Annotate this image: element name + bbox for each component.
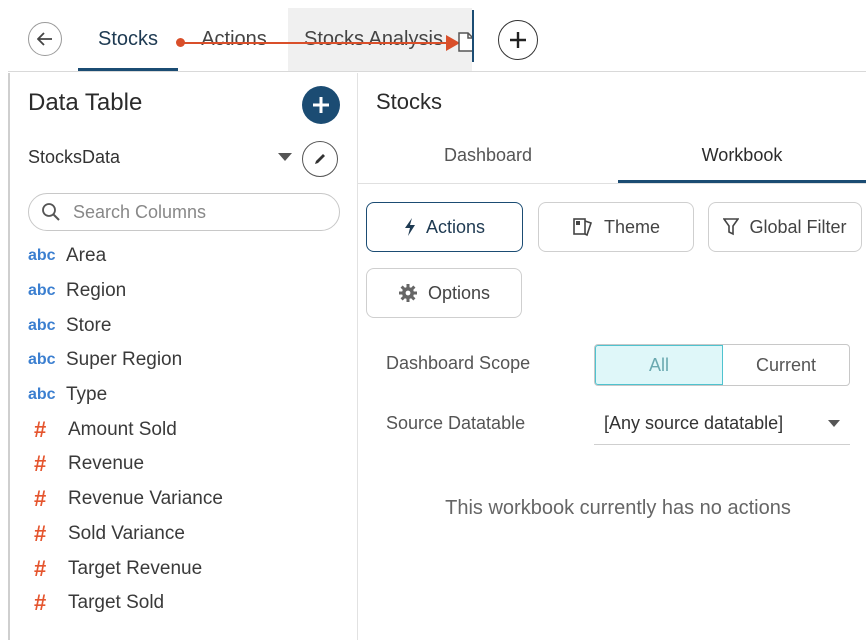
global-filter-button[interactable]: Global Filter	[708, 202, 862, 252]
empty-state-message: This workbook currently has no actions	[445, 497, 791, 519]
numeric-type-icon: #	[34, 520, 47, 546]
search-icon	[42, 203, 60, 221]
tab-actions[interactable]: Actions	[184, 8, 284, 71]
text-type-icon: abc	[28, 247, 56, 265]
tab-dashboard[interactable]: Dashboard	[358, 135, 618, 183]
drop-position-marker	[472, 10, 474, 62]
tab-stocks[interactable]: Stocks	[78, 8, 178, 71]
numeric-type-icon: #	[34, 555, 47, 581]
column-item-super-region[interactable]: abc Super Region	[28, 343, 223, 378]
tab-workbook[interactable]: Workbook	[618, 135, 866, 183]
column-name: Area	[66, 245, 107, 267]
theme-button[interactable]: Theme	[538, 202, 694, 252]
column-item-store[interactable]: abc Store	[28, 308, 223, 343]
column-name: Type	[66, 384, 108, 406]
column-item-target-revenue[interactable]: # Target Revenue	[28, 551, 223, 586]
add-data-table-button[interactable]	[302, 86, 340, 124]
dashboard-scope-label: Dashboard Scope	[386, 353, 531, 373]
actions-button[interactable]: Actions	[366, 202, 523, 252]
column-item-area[interactable]: abc Area	[28, 239, 223, 274]
numeric-type-icon: #	[34, 416, 47, 442]
scope-current-option[interactable]: Current	[723, 345, 849, 385]
filter-icon	[723, 218, 740, 236]
numeric-type-icon: #	[34, 590, 47, 616]
theme-button-label: Theme	[603, 216, 661, 237]
column-list: abc Area abc Region abc Store abc Super Regi…	[28, 239, 223, 621]
source-datatable-value: [Any source datatable]	[604, 413, 784, 433]
column-item-amount-sold[interactable]: # Amount Sold	[28, 412, 223, 447]
text-type-icon: abc	[28, 316, 56, 334]
column-item-region[interactable]: abc Region	[28, 274, 223, 309]
back-button[interactable]	[28, 22, 62, 56]
datasource-select[interactable]: StocksData	[28, 147, 120, 168]
text-type-icon: abc	[28, 282, 56, 300]
global-filter-button-label: Global Filter	[749, 216, 847, 237]
search-input[interactable]	[73, 198, 323, 226]
tab-stocks-analysis[interactable]: Stocks Analysis	[288, 8, 472, 71]
drag-indicator-line	[180, 42, 470, 44]
text-type-icon: abc	[28, 351, 56, 369]
panel-title: Data Table	[28, 89, 143, 116]
column-item-type[interactable]: abc Type	[28, 378, 223, 413]
options-button-label: Options	[427, 282, 491, 303]
column-name: Target Revenue	[68, 557, 203, 579]
actions-button-label: Actions	[425, 216, 486, 237]
tabs-divider	[358, 183, 866, 184]
column-item-target-sold[interactable]: # Target Sold	[28, 586, 223, 621]
column-name: Store	[66, 314, 112, 336]
text-type-icon: abc	[28, 386, 56, 404]
column-item-revenue-variance[interactable]: # Revenue Variance	[28, 482, 223, 517]
column-name: Revenue Variance	[68, 488, 223, 510]
pencil-icon	[315, 154, 325, 164]
plus-icon	[313, 97, 329, 113]
plus-icon	[510, 32, 526, 48]
arrow-left-icon	[37, 32, 52, 46]
numeric-type-icon: #	[34, 451, 47, 477]
scope-all-option[interactable]: All	[595, 345, 723, 385]
dashboard-scope-toggle: All Current	[594, 344, 850, 386]
data-table-panel: Data Table StocksData abc Area abc Region …	[8, 73, 358, 640]
gear-icon	[398, 283, 418, 303]
options-button[interactable]: Options	[366, 268, 522, 318]
top-tab-bar: Stocks Actions Stocks Analysis	[8, 8, 866, 72]
source-datatable-label: Source Datatable	[386, 413, 526, 433]
numeric-type-icon: #	[34, 486, 47, 512]
lightning-icon	[404, 218, 416, 236]
source-datatable-select[interactable]: [Any source datatable]	[594, 403, 850, 445]
page-title: Stocks	[376, 89, 443, 114]
chevron-down-icon	[828, 420, 840, 427]
add-tab-button[interactable]	[498, 20, 538, 60]
edit-datasource-button[interactable]	[302, 141, 338, 177]
column-name: Amount Sold	[68, 418, 177, 440]
column-name: Target Sold	[68, 592, 165, 614]
chevron-down-icon[interactable]	[278, 153, 292, 161]
drag-indicator-dot	[176, 38, 185, 47]
column-name: Sold Variance	[68, 522, 185, 544]
theme-icon	[572, 217, 594, 237]
column-name: Super Region	[66, 349, 183, 371]
column-name: Region	[66, 280, 127, 302]
column-item-sold-variance[interactable]: # Sold Variance	[28, 517, 223, 552]
search-columns[interactable]	[28, 193, 340, 231]
properties-panel: Stocks Dashboard Workbook Actions Theme …	[358, 73, 866, 640]
column-name: Revenue	[68, 453, 145, 475]
column-item-revenue[interactable]: # Revenue	[28, 447, 223, 482]
